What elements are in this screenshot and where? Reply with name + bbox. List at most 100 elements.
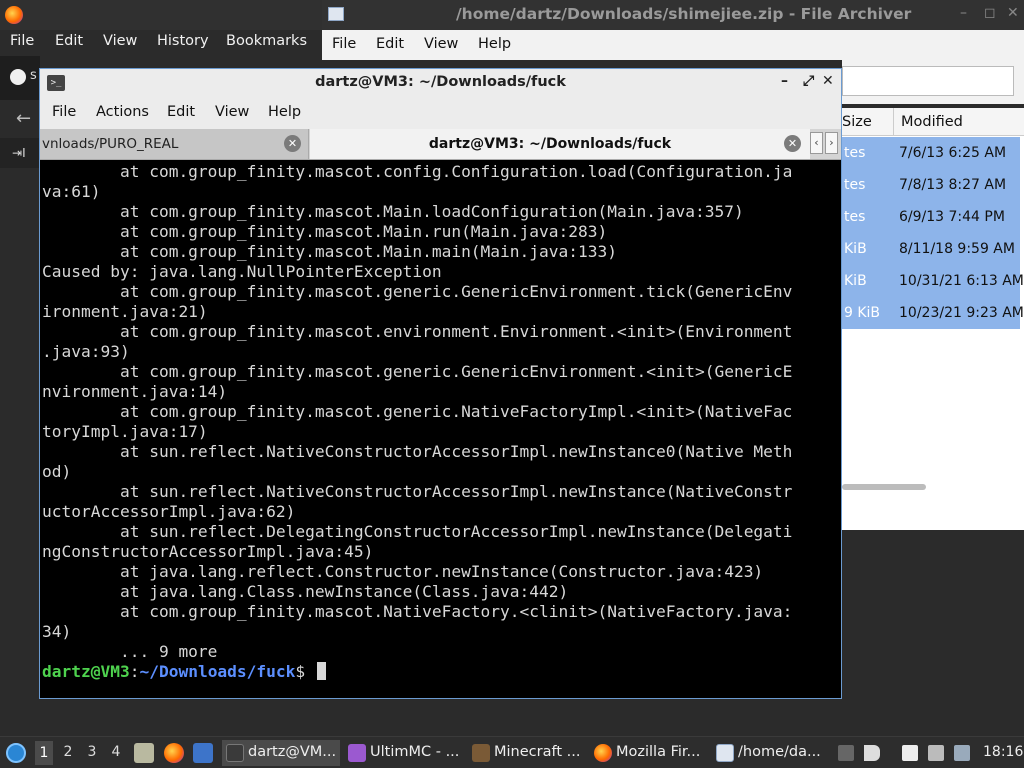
terminal-menu-help[interactable]: Help: [268, 104, 301, 120]
terminal-line: at com.group_finity.mascot.Main.main(Mai…: [42, 242, 617, 261]
workspace-2[interactable]: 2: [59, 744, 77, 760]
terminal-line: at java.lang.Class.newInstance(Class.jav…: [42, 582, 569, 601]
back-arrow-icon[interactable]: ←: [16, 108, 31, 129]
volume-icon[interactable]: [864, 745, 880, 761]
file-manager-launcher-icon[interactable]: [134, 743, 154, 763]
cell-size: KiB: [844, 241, 867, 257]
archive-window-icon: [328, 7, 344, 21]
firefox-icon: [594, 744, 612, 762]
minimize-icon[interactable]: –: [960, 5, 967, 21]
cell-modified: 10/23/21 9:23 AM: [899, 305, 1024, 321]
terminal-window-title: dartz@VM3: ~/Downloads/fuck: [315, 74, 566, 90]
firefox-menubar: File Edit View History Bookmarks: [0, 30, 322, 56]
start-menu-icon[interactable]: [6, 743, 26, 763]
terminal-line: 34): [42, 622, 72, 641]
terminal-window: >_ dartz@VM3: ~/Downloads/fuck – ⤢ ✕ Fil…: [39, 68, 842, 699]
archiver-location-field[interactable]: [842, 66, 1014, 96]
workspace-4[interactable]: 4: [107, 744, 125, 760]
display-icon[interactable]: [928, 745, 944, 761]
terminal-menu-edit[interactable]: Edit: [167, 104, 195, 120]
terminal-output-lines: at com.group_finity.mascot.config.Config…: [42, 162, 839, 662]
firefox-launcher-icon[interactable]: [164, 743, 184, 763]
clock[interactable]: 18:16: [983, 744, 1023, 760]
cell-size: KiB: [844, 273, 867, 289]
archiver-menu-help[interactable]: Help: [478, 36, 511, 52]
terminal-line: at sun.reflect.NativeConstructorAccessor…: [42, 482, 793, 501]
terminal-line: ... 9 more: [42, 642, 218, 661]
close-icon[interactable]: ✕: [1007, 5, 1019, 21]
task-file-archiver[interactable]: /home/da...: [712, 740, 828, 766]
minecraft-icon: [472, 744, 490, 762]
task-terminal[interactable]: dartz@VM...: [222, 740, 340, 766]
terminal-line: at com.group_finity.mascot.Main.run(Main…: [42, 222, 608, 241]
horizontal-scrollbar[interactable]: [842, 484, 926, 490]
minimize-icon[interactable]: –: [781, 73, 788, 89]
task-ultimmc[interactable]: UltimMC - ...: [344, 740, 462, 766]
firefox-tab-label[interactable]: s: [30, 68, 37, 83]
terminal-menu-file[interactable]: File: [52, 104, 76, 120]
github-icon: [10, 69, 26, 85]
workspace-3[interactable]: 3: [83, 744, 101, 760]
terminal-line: at com.group_finity.mascot.Main.loadConf…: [42, 202, 744, 221]
desktop-background: [842, 530, 1024, 706]
terminal-menu-view[interactable]: View: [215, 104, 249, 120]
import-label: I: [22, 146, 26, 160]
archiver-menu-edit[interactable]: Edit: [376, 36, 404, 52]
column-size[interactable]: Size: [842, 114, 872, 130]
firefox-menu-edit[interactable]: Edit: [55, 33, 83, 49]
close-icon[interactable]: ✕: [822, 73, 834, 89]
terminal-cursor: [316, 662, 326, 680]
maximize-icon[interactable]: ⤢: [803, 73, 814, 89]
terminal-icon: [226, 744, 244, 762]
firefox-menu-view[interactable]: View: [103, 33, 137, 49]
firefox-menu-history[interactable]: History: [157, 33, 209, 49]
archiver-menu-view[interactable]: View: [424, 36, 458, 52]
cell-size: tes: [844, 177, 866, 193]
terminal-menu-actions[interactable]: Actions: [96, 104, 149, 120]
terminal-output[interactable]: at com.group_finity.mascot.config.Config…: [42, 162, 839, 698]
terminal-line: ngConstructorAccessorImpl.java:45): [42, 542, 374, 561]
terminal-line: at sun.reflect.NativeConstructorAccessor…: [42, 442, 793, 461]
import-bookmarks-link[interactable]: ⇥I: [12, 146, 26, 160]
terminal-line: va:61): [42, 182, 101, 201]
terminal-line: at com.group_finity.mascot.generic.Nativ…: [42, 402, 793, 421]
desktop-launcher-icon[interactable]: [193, 743, 213, 763]
task-label: UltimMC - ...: [370, 744, 460, 760]
terminal-line: od): [42, 462, 72, 481]
close-tab-icon[interactable]: ✕: [784, 135, 801, 152]
clipboard-icon[interactable]: [902, 745, 918, 761]
maximize-icon[interactable]: ◻: [984, 5, 996, 21]
prompt-user: dartz@VM3: [42, 662, 130, 681]
cell-modified: 8/11/18 9:59 AM: [899, 241, 1015, 257]
cell-modified: 7/6/13 6:25 AM: [899, 145, 1007, 161]
column-divider[interactable]: [893, 108, 894, 136]
archiver-menu-file[interactable]: File: [332, 36, 356, 52]
archiver-menubar: File Edit View Help: [322, 30, 1024, 60]
terminal-line: at sun.reflect.DelegatingConstructorAcce…: [42, 522, 793, 541]
tab-label: vnloads/PURO_REAL: [42, 136, 179, 152]
tab-fuck[interactable]: dartz@VM3: ~/Downloads/fuck ✕: [310, 129, 810, 159]
tab-puro-real[interactable]: vnloads/PURO_REAL ✕: [40, 129, 309, 159]
terminal-line: .java:93): [42, 342, 130, 361]
firefox-menu-file[interactable]: File: [10, 33, 34, 49]
prompt-dollar: $: [295, 662, 315, 681]
terminal-line: nvironment.java:14): [42, 382, 228, 401]
terminal-prompt-line[interactable]: dartz@VM3:~/Downloads/fuck$: [42, 662, 839, 682]
chevron-right-icon[interactable]: ›: [825, 132, 838, 154]
terminal-line: ironment.java:21): [42, 302, 208, 321]
firefox-menu-bookmarks[interactable]: Bookmarks: [226, 33, 307, 49]
terminal-titlebar[interactable]: >_ dartz@VM3: ~/Downloads/fuck – ⤢ ✕: [40, 69, 841, 97]
scroll-indicator-icon[interactable]: [838, 745, 854, 761]
task-minecraft[interactable]: Minecraft ...: [468, 740, 586, 766]
terminal-line: uctorAccessorImpl.java:62): [42, 502, 296, 521]
archive-icon: [716, 744, 734, 762]
firefox-titlebar: [0, 0, 322, 30]
close-tab-icon[interactable]: ✕: [284, 135, 301, 152]
chevron-left-icon[interactable]: ‹: [810, 132, 823, 154]
task-firefox[interactable]: Mozilla Fir...: [590, 740, 712, 766]
cell-size: tes: [844, 209, 866, 225]
network-icon[interactable]: [954, 745, 970, 761]
prompt-colon: :: [129, 662, 140, 681]
column-modified[interactable]: Modified: [901, 114, 963, 130]
workspace-1[interactable]: 1: [35, 741, 53, 765]
